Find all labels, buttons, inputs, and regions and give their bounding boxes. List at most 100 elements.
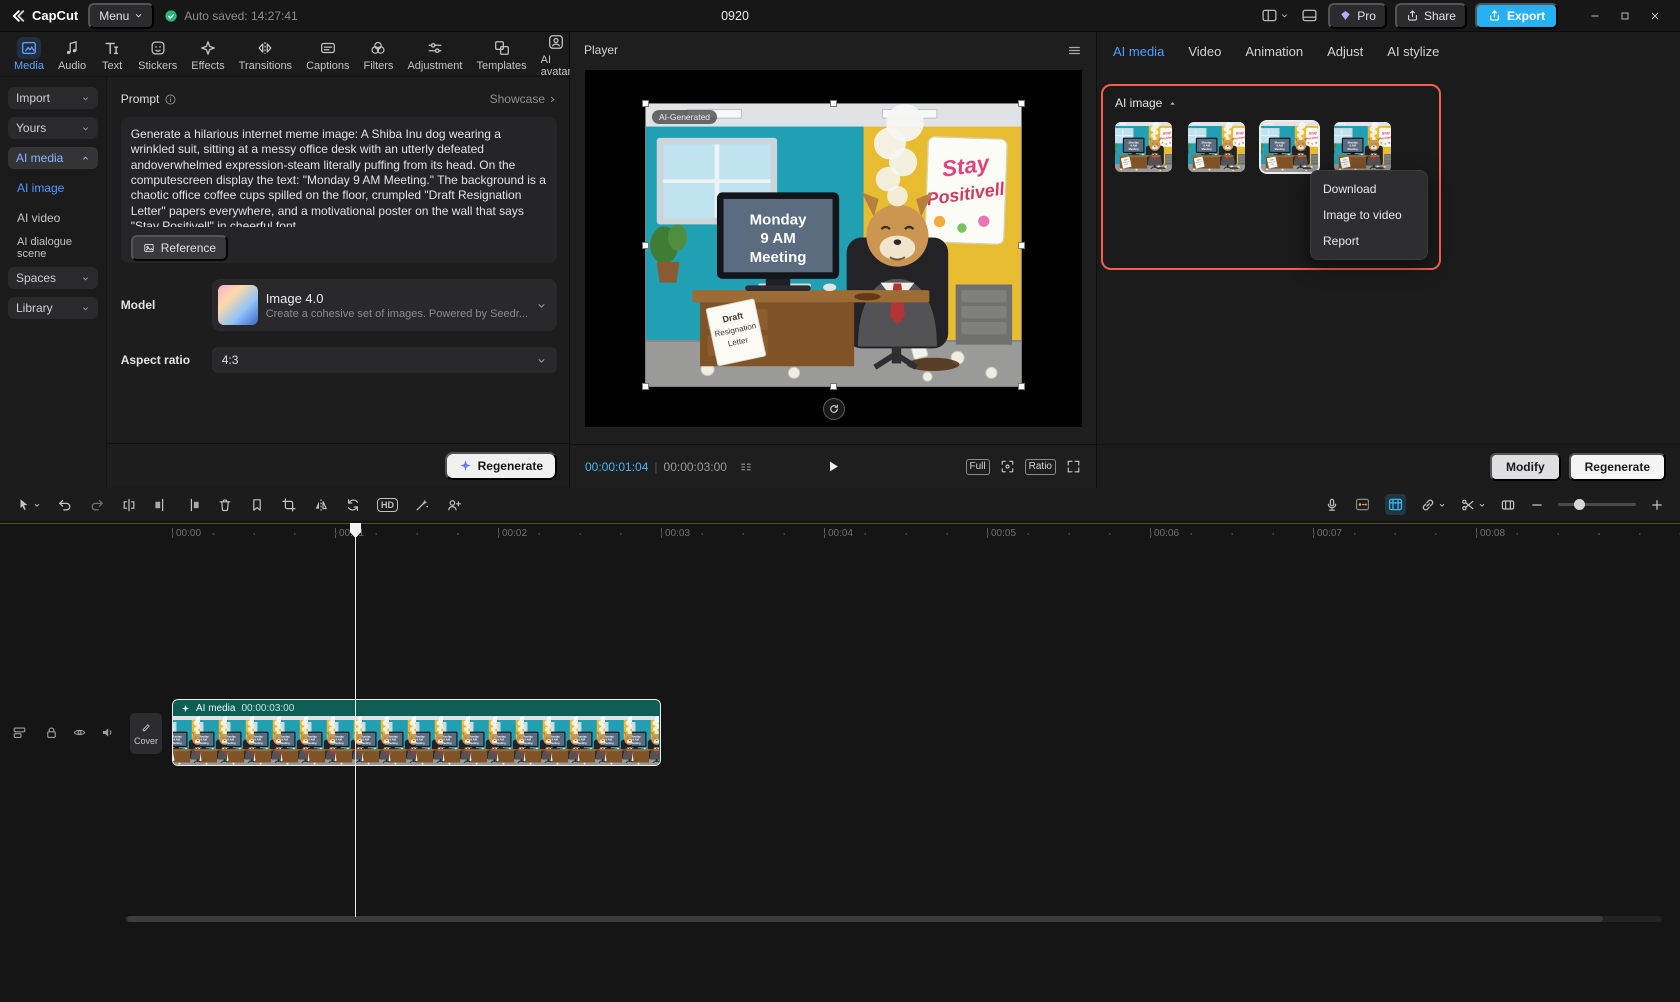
minimize-button[interactable] (1580, 3, 1610, 29)
fullscreen-icon[interactable] (1066, 459, 1081, 474)
sidebar-item-ai-image[interactable]: AI image (8, 177, 98, 199)
resize-handle-ne[interactable] (1018, 100, 1025, 107)
tab-animation[interactable]: Animation (1245, 44, 1303, 59)
maximize-button[interactable] (1610, 3, 1640, 29)
tab-audio[interactable]: Audio (52, 37, 92, 72)
modify-button[interactable]: Modify (1489, 452, 1561, 481)
sidebar-item-ai-video[interactable]: AI video (8, 207, 98, 229)
generated-image[interactable]: AI-Generated (642, 100, 1025, 390)
menu-button[interactable]: Menu (88, 2, 155, 29)
timeline-zoom-slider[interactable] (1558, 499, 1636, 510)
resize-handle-s[interactable] (830, 383, 837, 390)
track-mode-b-icon[interactable] (1385, 494, 1406, 515)
replace-icon[interactable] (345, 497, 361, 513)
mute-track-icon[interactable] (100, 725, 115, 740)
track-options-icon[interactable] (12, 725, 27, 740)
tab-captions[interactable]: Captions (300, 37, 355, 72)
zoom-slider-thumb[interactable] (1574, 499, 1585, 510)
undo-icon[interactable] (57, 497, 73, 513)
info-icon[interactable] (164, 93, 177, 106)
sidebar-item-ai-media[interactable]: AI media (8, 147, 98, 169)
resize-handle-n[interactable] (830, 100, 837, 107)
ai-image-section-header[interactable]: AI image (1115, 96, 1427, 110)
close-button[interactable] (1640, 3, 1670, 29)
record-voiceover-icon[interactable] (1324, 497, 1340, 513)
tab-stickers[interactable]: Stickers (132, 37, 183, 72)
mirror-icon[interactable] (313, 497, 329, 513)
reference-button[interactable]: Reference (130, 235, 229, 261)
image-variant-2[interactable] (1188, 122, 1245, 172)
tab-text[interactable]: Text (94, 37, 130, 72)
aspect-ratio-dropdown[interactable]: 4:3 (211, 347, 557, 373)
zoom-out-icon[interactable] (1530, 498, 1544, 512)
rotate-handle[interactable] (823, 398, 845, 420)
context-menu-report[interactable]: Report (1311, 228, 1427, 254)
link-clips-button[interactable] (1420, 497, 1446, 513)
resize-handle-nw[interactable] (642, 100, 649, 107)
context-menu-download[interactable]: Download (1311, 176, 1427, 202)
tab-ai-stylize[interactable]: AI stylize (1387, 44, 1439, 59)
auto-cut-button[interactable] (1460, 497, 1486, 513)
hd-badge[interactable]: HD (377, 497, 398, 512)
tab-ai-media[interactable]: AI media (1113, 44, 1164, 59)
player-menu-icon[interactable] (1067, 43, 1082, 58)
cover-button[interactable]: Cover (130, 713, 162, 754)
export-button[interactable]: Export (1474, 2, 1558, 29)
sidebar-item-import[interactable]: Import (8, 87, 98, 109)
resize-handle-w[interactable] (642, 242, 649, 249)
prompt-input[interactable]: Generate a hilarious internet meme image… (120, 117, 557, 263)
playhead[interactable] (350, 523, 361, 917)
main-area: Media Audio Text Stickers Effects Transi… (0, 32, 1680, 488)
tab-templates[interactable]: Templates (470, 37, 532, 72)
image-variant-3[interactable] (1261, 122, 1318, 172)
sidebar-item-yours[interactable]: Yours (8, 117, 98, 139)
delete-left-icon[interactable] (153, 497, 169, 513)
model-dropdown[interactable]: Image 4.0 Create a cohesive set of image… (211, 279, 557, 331)
workspace-layout-icon[interactable] (1259, 5, 1291, 26)
ratio-button[interactable]: Ratio (1024, 458, 1056, 475)
sidebar-item-spaces[interactable]: Spaces (8, 267, 98, 289)
scrollbar-thumb[interactable] (127, 916, 1603, 922)
crop-icon[interactable] (281, 497, 297, 513)
tab-effects[interactable]: Effects (185, 37, 230, 72)
toggle-visibility-icon[interactable] (72, 725, 87, 740)
resize-handle-e[interactable] (1018, 242, 1025, 249)
pro-button[interactable]: Pro (1328, 2, 1387, 29)
preview-frames-icon[interactable] (1500, 497, 1516, 513)
storyboard-icon[interactable] (739, 460, 753, 474)
redo-icon[interactable] (89, 497, 105, 513)
context-menu-image-to-video[interactable]: Image to video (1311, 202, 1427, 228)
focus-frame-icon[interactable] (1000, 459, 1015, 474)
image-variant-1[interactable] (1115, 122, 1172, 172)
zoom-in-icon[interactable] (1650, 498, 1664, 512)
showcase-link[interactable]: Showcase (490, 92, 557, 106)
lock-track-icon[interactable] (44, 725, 59, 740)
select-tool-button[interactable] (16, 497, 41, 512)
mark-icon[interactable] (249, 497, 265, 513)
panel-toggle-icon[interactable] (1299, 5, 1320, 26)
split-icon[interactable] (121, 497, 137, 513)
share-button[interactable]: Share (1394, 2, 1467, 29)
sidebar-item-ai-dialogue-scene[interactable]: AI dialogue scene (8, 236, 98, 260)
tab-filters[interactable]: Filters (357, 37, 399, 72)
full-preview-button[interactable]: Full (965, 458, 990, 475)
tab-video[interactable]: Video (1188, 44, 1221, 59)
delete-right-icon[interactable] (185, 497, 201, 513)
tab-adjust[interactable]: Adjust (1327, 44, 1363, 59)
track-mode-a-icon[interactable] (1354, 496, 1371, 513)
resize-handle-sw[interactable] (642, 383, 649, 390)
delete-icon[interactable] (217, 497, 233, 513)
image-variant-4[interactable] (1334, 122, 1391, 172)
panel-regenerate-button[interactable]: Regenerate (1568, 452, 1666, 481)
tab-transitions[interactable]: Transitions (233, 37, 298, 72)
sidebar-item-library[interactable]: Library (8, 297, 98, 319)
add-person-icon[interactable] (446, 497, 462, 513)
play-button[interactable] (826, 459, 841, 474)
timeline-ruler[interactable]: 00:00 00:01 00:02 00:03 00:04 00:05 00:0… (0, 523, 1680, 545)
prompt-regenerate-button[interactable]: Regenerate (444, 451, 557, 480)
resize-handle-se[interactable] (1018, 383, 1025, 390)
tab-adjustment[interactable]: Adjustment (401, 37, 468, 72)
ai-media-clip[interactable]: AI media 00:00:03:00 (172, 699, 661, 766)
tab-media[interactable]: Media (8, 36, 50, 72)
enhance-wand-icon[interactable] (414, 497, 430, 513)
